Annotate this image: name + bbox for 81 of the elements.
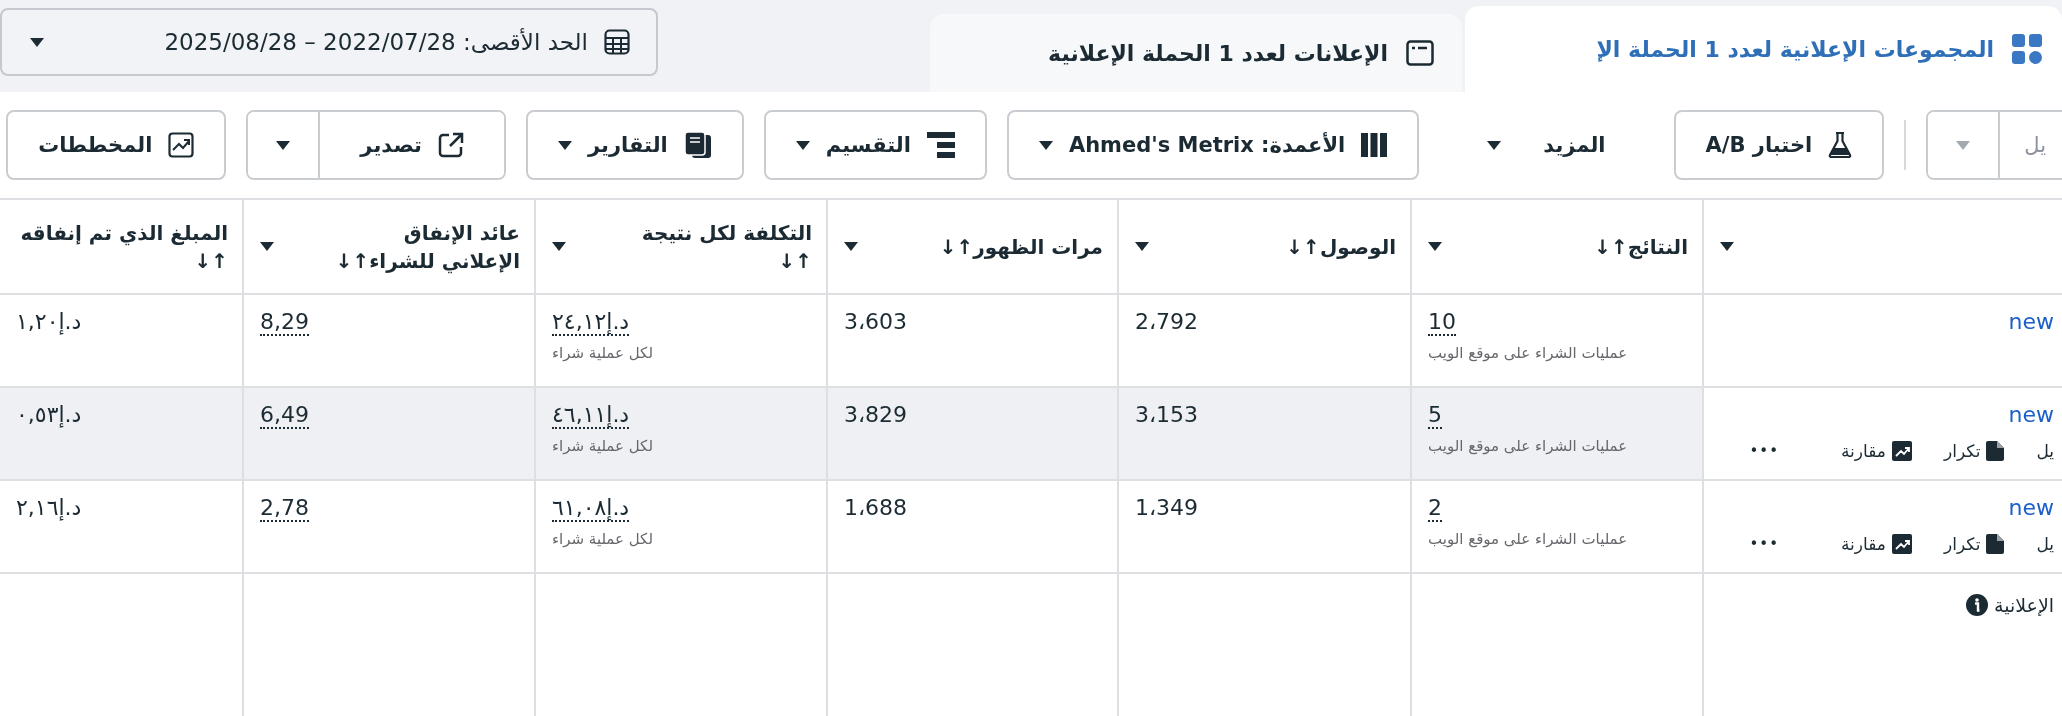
reach-value: 1،349 — [1135, 495, 1199, 520]
summary-label: الإعلانية — [1994, 594, 2054, 616]
result-value: 5 — [1428, 402, 1442, 430]
date-range-button[interactable]: الحد الأقصى: 2022/07/28 – 2025/08/28 — [0, 8, 658, 76]
impressions-value: 3،829 — [844, 402, 908, 427]
columns-button[interactable]: الأعمدة: Ahmed's Metrix — [1006, 110, 1420, 180]
result-type: عمليات الشراء على موقع الويب — [1428, 344, 1628, 363]
window-icon — [1406, 40, 1434, 66]
external-link-icon — [438, 132, 464, 158]
ad-set-link[interactable]: new — [2008, 402, 2054, 427]
result-type: عمليات الشراء على موقع الويب — [1428, 437, 1628, 456]
tab[interactable]: المجموعات الإعلانية لعدد 1 الحملة الإ — [1465, 6, 2062, 92]
compare-link[interactable]: مقارنة — [1841, 441, 1912, 461]
spent-value: د.إ١,٢٠ — [16, 309, 82, 334]
cost-value: د.إ٤٦,١١ — [552, 402, 630, 430]
cost-unit: لكل عملية شراء — [552, 344, 653, 363]
impressions-value: 3،603 — [844, 309, 908, 334]
roas-value: 6,49 — [260, 402, 309, 430]
tab[interactable]: الإعلانات لعدد 1 الحملة الإعلانية — [930, 14, 1462, 92]
more-button[interactable]: ••• — [1749, 535, 1779, 553]
caret-icon — [1038, 140, 1053, 150]
grid-icon — [2012, 34, 2042, 64]
book-icon — [683, 131, 712, 159]
caret-icon — [260, 242, 274, 251]
caret-icon — [552, 242, 566, 251]
breakdown-button[interactable]: التقسيم — [763, 110, 987, 180]
spent-value: د.إ٢,١٦ — [16, 495, 82, 520]
more-menu-button[interactable]: المزيد — [1459, 110, 1634, 180]
cost-value: د.إ٦١,٠٨ — [552, 495, 630, 523]
reach-value: 3،153 — [1135, 402, 1199, 427]
trend-chart-icon — [1891, 441, 1912, 461]
result-type: عمليات الشراء على موقع الويب — [1428, 530, 1628, 549]
cost-unit: لكل عملية شراء — [552, 530, 653, 549]
column-header[interactable]: عائد الإنفاق الإعلاني للشراء↑↓ — [242, 200, 534, 295]
compare-link[interactable]: مقارنة — [1841, 534, 1912, 554]
caret-icon — [558, 140, 572, 150]
ad-set-link[interactable]: new — [2008, 309, 2054, 334]
breakdown-icon — [926, 132, 955, 158]
cost-unit: لكل عملية شراء — [552, 437, 653, 456]
trend-chart-icon — [1891, 534, 1912, 554]
spent-value: د.إ٠,٥٣ — [16, 402, 82, 427]
column-header[interactable]: الوصول↑↓ — [1117, 200, 1410, 295]
edit-link[interactable]: يل — [2036, 441, 2054, 461]
caret-icon — [1428, 242, 1442, 251]
caret-icon — [1720, 242, 1734, 251]
column-header[interactable]: المبلغ الذي تم إنفاقه ↑↓ — [0, 200, 242, 295]
caret-icon — [844, 242, 858, 251]
caret-icon — [1956, 140, 1971, 150]
column-header[interactable]: التكلفة لكل نتيجة ↑↓ — [534, 200, 826, 295]
duplicate-link[interactable]: تكرار — [1943, 534, 2005, 554]
info-icon — [1966, 594, 1988, 616]
table-icon — [604, 29, 630, 55]
duplicate-link[interactable]: تكرار — [1943, 441, 2005, 461]
edit-link[interactable]: يل — [2036, 534, 2054, 554]
column-header[interactable]: النتائج↑↓ — [1410, 200, 1702, 295]
flask-icon — [1828, 132, 1853, 158]
caret-icon — [276, 140, 291, 150]
roas-value: 2,78 — [260, 495, 309, 523]
caret-icon — [1487, 140, 1502, 150]
reach-value: 2،792 — [1135, 309, 1199, 334]
caret-icon — [1135, 242, 1149, 251]
roas-value: 8,29 — [260, 309, 309, 337]
result-value: 2 — [1428, 495, 1442, 523]
dropdown-button[interactable] — [1928, 112, 2001, 178]
line-chart-icon — [168, 132, 195, 158]
dropdown-button[interactable] — [248, 112, 321, 178]
columns-icon — [1361, 133, 1388, 157]
result-value: 10 — [1428, 309, 1456, 337]
ad-set-link[interactable]: new — [2008, 495, 2054, 520]
charts-button[interactable]: المخططات — [6, 110, 227, 180]
column-header[interactable]: مرات الظهور↑↓ — [826, 200, 1117, 295]
column-header[interactable] — [1702, 200, 2062, 295]
reports-button[interactable]: التقارير — [526, 110, 744, 180]
impressions-value: 1،688 — [844, 495, 908, 520]
ab-test-button[interactable]: اختبار A/B — [1673, 110, 1885, 180]
caret-icon — [30, 37, 44, 47]
cost-value: د.إ٢٤,١٢ — [552, 309, 630, 337]
more-button[interactable]: ••• — [1749, 442, 1779, 460]
document-icon — [1986, 441, 2005, 461]
document-icon — [1986, 534, 2005, 554]
caret-icon — [795, 140, 810, 150]
